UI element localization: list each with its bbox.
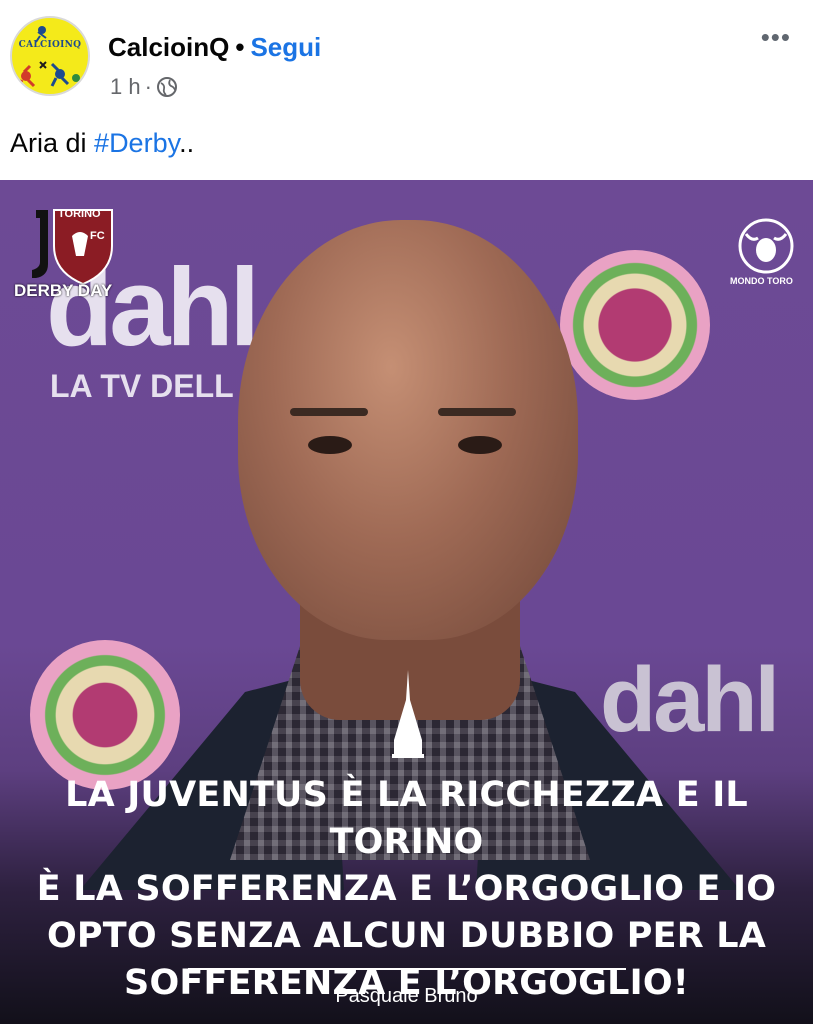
page-avatar[interactable]: CALCIOINQ [10,16,90,96]
post-caption: Aria di #Derby.. [10,128,194,159]
post-time[interactable]: 1 h [110,74,141,100]
quote-line: OPTO SENZA ALCUN DUBBIO PER LA [46,916,767,956]
globe-icon [156,77,177,97]
mole-antonelliana-icon [392,670,424,758]
more-options-icon[interactable]: ••• [761,24,791,50]
background-donut [560,250,710,400]
post-author-row: CalcioinQ • Segui [108,32,321,63]
person-brow-left [290,408,368,416]
person-head [238,220,578,640]
background-logo-word-lower: dahl [600,649,780,751]
meta-separator: · [144,74,152,99]
person-eye-left [308,436,352,454]
mondo-toro-text: MONDO TORO [730,276,793,286]
post-image[interactable]: dahl LA TV DELL dahl TORINO FC DERBY DAY… [0,180,813,1024]
avatar-logo-text: CALCIOINQ [18,40,82,50]
torino-badge-text: TORINO [58,208,101,220]
person-brow-right [438,408,516,416]
calcioinq-logo-icon [16,26,80,89]
background-donut-lower [30,640,180,790]
follow-button[interactable]: Segui [250,32,321,62]
author-name[interactable]: CalcioinQ [108,32,229,62]
person-eye-right [458,436,502,454]
quote-line: LA JUVENTUS È LA RICCHEZZA E IL TORINO [65,775,748,862]
quote-author: Pasquale Bruno [335,985,478,1007]
caption-suffix: .. [179,128,195,158]
quote-line: È LA SOFFERENZA E L’ORGOGLIO E IO [36,869,777,909]
quote-text: LA JUVENTUS È LA RICCHEZZA E IL TORINO È… [0,772,813,1007]
hashtag-link[interactable]: #Derby [94,128,179,158]
separator-dot: • [235,32,245,62]
torino-fc-text: FC [90,230,105,242]
background-subtitle: LA TV DELL [50,368,234,404]
post-meta: 1 h · [110,74,178,100]
derby-day-label: DERBY DAY [14,281,113,300]
signature-divider [188,968,626,970]
caption-text: Aria di [10,128,95,158]
